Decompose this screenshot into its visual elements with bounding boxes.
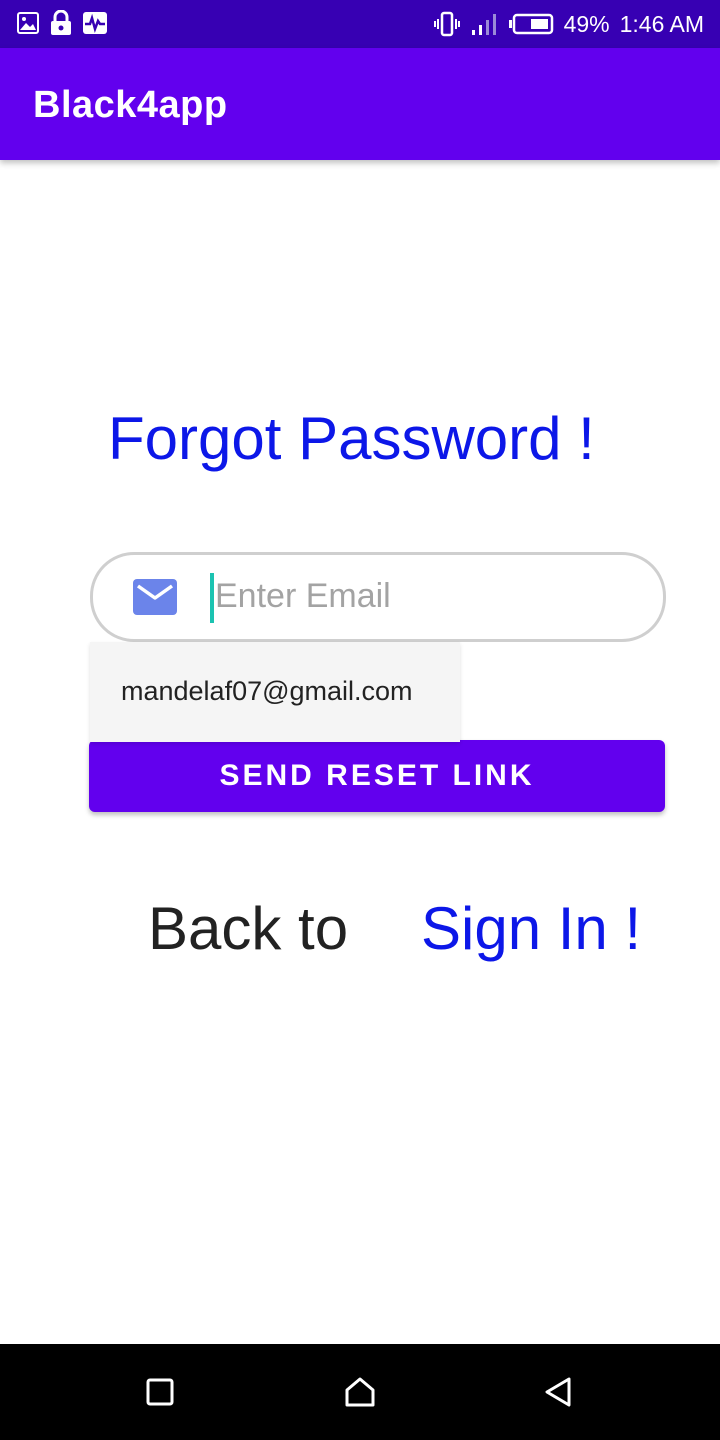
status-icons-right: 49% 1:46 AM: [433, 10, 704, 38]
recents-icon[interactable]: [140, 1372, 180, 1412]
clock: 1:46 AM: [619, 11, 704, 37]
sign-in-link[interactable]: Sign In !: [421, 894, 641, 963]
back-icon[interactable]: [538, 1372, 578, 1412]
navigation-bar: [0, 1344, 720, 1440]
send-reset-link-button[interactable]: SEND RESET LINK: [89, 740, 665, 812]
app-title: Black4app: [33, 84, 228, 126]
lock-icon: [51, 10, 71, 35]
battery-percent: 49%: [563, 11, 610, 37]
screen: 49% 1:46 AM Black4app Forgot Password ! …: [0, 0, 720, 1440]
mail-icon: [133, 579, 177, 615]
image-icon: [17, 12, 39, 34]
status-icons-left: [16, 10, 108, 36]
activity-icon: [83, 12, 107, 34]
email-input[interactable]: [211, 565, 635, 627]
email-field[interactable]: [90, 552, 666, 642]
home-icon[interactable]: [340, 1372, 380, 1412]
status-bar: 49% 1:46 AM: [0, 0, 720, 48]
vibrate-icon: [433, 11, 460, 37]
autofill-suggestion-text: mandelaf07@gmail.com: [121, 676, 413, 706]
signal-icon: [471, 14, 496, 35]
autofill-suggestion[interactable]: mandelaf07@gmail.com: [90, 642, 460, 742]
page-title: Forgot Password !: [108, 405, 595, 472]
battery-icon: [508, 13, 553, 35]
app-bar: Black4app: [0, 48, 720, 160]
back-to-text: Back to: [148, 895, 349, 962]
